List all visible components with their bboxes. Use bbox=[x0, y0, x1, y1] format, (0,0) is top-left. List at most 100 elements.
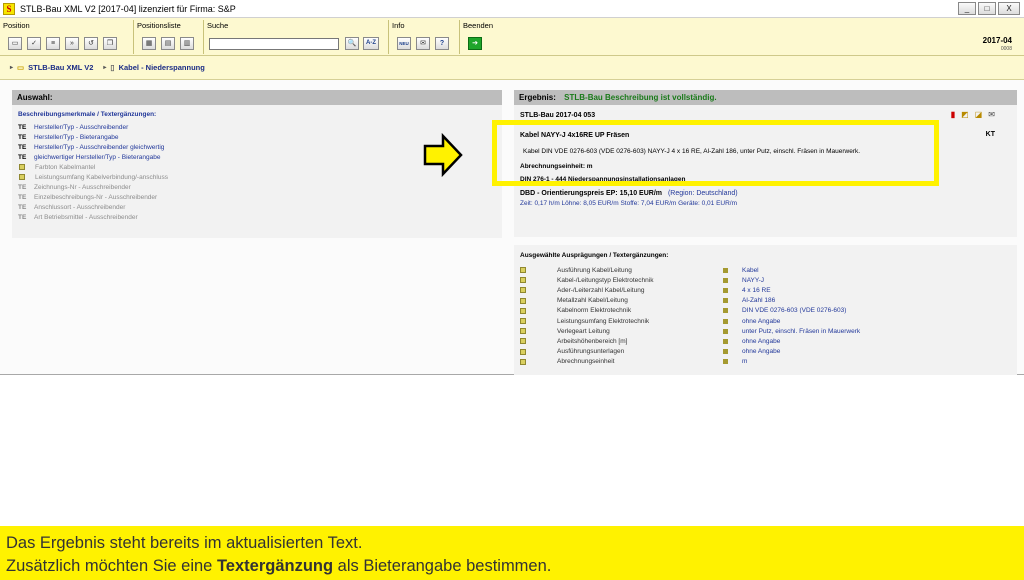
property-value[interactable]: ohne Angabe bbox=[728, 348, 780, 355]
property-name: Ausführungsunterlagen bbox=[557, 348, 625, 356]
auspraegung-row[interactable]: Metallzahl Kabel/Leitung Al-Zahl 186 bbox=[520, 296, 1011, 306]
property-value[interactable]: Al-Zahl 186 bbox=[728, 297, 775, 304]
feature-text[interactable]: Zeichnungs-Nr - Ausschreibender bbox=[34, 184, 131, 191]
property-value[interactable]: DIN VDE 0276-603 (VDE 0276-603) bbox=[728, 307, 846, 314]
folder-icon: ▭ bbox=[17, 63, 25, 72]
export-icon[interactable]: ◩ bbox=[961, 110, 969, 119]
feature-text[interactable]: Einzelbeschreibungs-Nr - Ausschreibender bbox=[34, 194, 157, 201]
title-bar: S STLB-Bau XML V2 [2017-04] lizenziert f… bbox=[0, 0, 1024, 18]
feature-item[interactable]: TE Art Betriebsmittel - Ausschreibender bbox=[12, 212, 502, 222]
breadcrumb-item-current[interactable]: Kabel - Niederspannung bbox=[119, 63, 205, 72]
binoculars-icon[interactable]: 🔍 bbox=[345, 37, 359, 50]
feature-text[interactable]: Anschlussort - Ausschreibender bbox=[34, 204, 125, 211]
feature-text[interactable]: Hersteller/Typ - Ausschreibender gleichw… bbox=[34, 144, 164, 151]
auspraegung-row[interactable]: Ausführung Kabel/Leitung Kabel bbox=[520, 265, 1011, 275]
check-icon[interactable]: ✓ bbox=[27, 37, 41, 50]
property-value[interactable]: Kabel bbox=[728, 267, 759, 274]
property-name: Abrechnungseinheit bbox=[557, 358, 615, 366]
copy-icon[interactable]: ❐ bbox=[103, 37, 117, 50]
property-value[interactable]: ohne Angabe bbox=[728, 318, 780, 325]
property-name: Arbeitshöhenbereich [m] bbox=[557, 337, 628, 345]
close-button[interactable]: X bbox=[998, 2, 1020, 15]
feature-text[interactable]: Art Betriebsmittel - Ausschreibender bbox=[34, 214, 138, 221]
feature-box-icon bbox=[19, 174, 25, 180]
breadcrumb-item-root[interactable]: STLB-Bau XML V2 bbox=[28, 63, 93, 72]
feature-text[interactable]: Leistungsumfang Kabelverbindung/-anschlu… bbox=[35, 174, 168, 181]
auspraegung-row[interactable]: Verlegeart Leitung unter Putz, einschl. F… bbox=[520, 326, 1011, 336]
feature-item[interactable]: TE Anschlussort - Ausschreibender bbox=[12, 202, 502, 212]
az-index-button[interactable]: A-Z bbox=[363, 37, 379, 50]
pdf-icon[interactable]: ▮ bbox=[951, 110, 955, 119]
window-title: STLB-Bau XML V2 [2017-04] lizenziert für… bbox=[20, 3, 236, 14]
auspraegung-row[interactable]: Leistungsumfang Elektrotechnik ohne Angab… bbox=[520, 316, 1011, 326]
property-value[interactable]: ohne Angabe bbox=[728, 338, 780, 345]
feature-text[interactable]: Hersteller/Typ - Bieterangabe bbox=[34, 134, 119, 141]
toolbar-group-suche: Suche 🔍 A-Z bbox=[204, 20, 389, 54]
caption-line-2-post: als Bieterangabe bestimmen. bbox=[333, 557, 552, 575]
search-input[interactable] bbox=[209, 37, 339, 50]
property-value[interactable]: 4 x 16 RE bbox=[728, 287, 771, 294]
stlb-code: STLB-Bau 2017-04 053 bbox=[520, 112, 596, 119]
feature-box-icon bbox=[19, 164, 25, 170]
mail-icon[interactable]: ✉ bbox=[988, 110, 995, 119]
save-icon[interactable]: ◪ bbox=[975, 110, 983, 119]
window-controls: _ □ X bbox=[958, 2, 1020, 15]
toolbar-group-beenden: Beenden ➔ bbox=[460, 20, 500, 54]
pointer-arrow-icon bbox=[423, 133, 463, 177]
property-value[interactable]: m bbox=[728, 358, 747, 365]
property-value[interactable]: unter Putz, einschl. Fräsen in Mauerwerk bbox=[728, 328, 860, 335]
feature-item[interactable]: TE Einzelbeschreibungs-Nr - Ausschreibend… bbox=[12, 192, 502, 202]
auspraegung-row[interactable]: Abrechnungseinheit m bbox=[520, 357, 1011, 367]
auspraegung-row[interactable]: Ader-/Leiterzahl Kabel/Leitung 4 x 16 RE bbox=[520, 285, 1011, 295]
price-text: DBD - Orientierungspreis EP: 15,10 EUR/m bbox=[520, 190, 662, 197]
caption-line-2-pre: Zusätzlich möchten Sie eine bbox=[6, 557, 217, 575]
auspraegung-row[interactable]: Arbeitshöhenbereich [m] ohne Angabe bbox=[520, 336, 1011, 346]
property-name: Ausführung Kabel/Leitung bbox=[557, 266, 632, 274]
list-add-icon[interactable]: ▦ bbox=[142, 37, 156, 50]
toolbar-group-position: Position ▭ ✓ ≡ » ↺ ❐ bbox=[0, 20, 134, 54]
te-tag: TE bbox=[18, 193, 27, 201]
te-tag: TE bbox=[18, 133, 27, 141]
version-label: 2017-04 0008 bbox=[983, 37, 1012, 53]
auspraegung-row[interactable]: Ausführungsunterlagen ohne Angabe bbox=[520, 347, 1011, 357]
forward-icon[interactable]: » bbox=[65, 37, 79, 50]
feature-item[interactable]: TE Zeichnungs-Nr - Ausschreibender bbox=[12, 182, 502, 192]
exit-icon[interactable]: ➔ bbox=[468, 37, 482, 50]
list-icon[interactable]: ≡ bbox=[46, 37, 60, 50]
caption-line-2-bold: Textergänzung bbox=[216, 557, 334, 575]
mail-icon[interactable]: ✉ bbox=[416, 37, 430, 50]
auspraegungen-list: Ausführung Kabel/Leitung Kabel Kabel-/Leit… bbox=[520, 265, 1011, 367]
list-copy-icon[interactable]: ▥ bbox=[180, 37, 194, 50]
version-number: 2017-04 bbox=[982, 36, 1012, 45]
breadcrumb-arrow-icon: ▸ bbox=[103, 65, 107, 71]
feature-text[interactable]: Farbton Kabelmantel bbox=[35, 164, 95, 171]
breadcrumb: ▸ ▭ STLB-Bau XML V2 ▸ ▯ Kabel - Niedersp… bbox=[0, 56, 1024, 80]
price-breakdown: Zeit: 0,17 h/m Löhne: 8,05 EUR/m Stoffe:… bbox=[520, 200, 738, 207]
new-features-button[interactable]: NEU bbox=[397, 37, 411, 50]
toolbar-group-label: Beenden bbox=[463, 21, 494, 30]
minimize-button[interactable]: _ bbox=[958, 2, 976, 15]
feature-text[interactable]: Hersteller/Typ - Ausschreibender bbox=[34, 124, 128, 131]
maximize-button[interactable]: □ bbox=[978, 2, 996, 15]
te-tag: TE bbox=[18, 153, 27, 161]
auswahl-header: Auswahl: bbox=[12, 90, 502, 105]
new-doc-icon[interactable]: ▭ bbox=[8, 37, 22, 50]
app-icon: S bbox=[3, 2, 15, 15]
te-tag: TE bbox=[18, 123, 27, 131]
toolbar-group-label: Positionsliste bbox=[137, 21, 181, 30]
property-name: Ader-/Leiterzahl Kabel/Leitung bbox=[557, 286, 645, 294]
auspraegung-row[interactable]: Kabelnorm Elektrotechnik DIN VDE 0276-603… bbox=[520, 306, 1011, 316]
undo-icon[interactable]: ↺ bbox=[84, 37, 98, 50]
property-name: Kabel-/Leitungstyp Elektrotechnik bbox=[557, 276, 654, 284]
property-value[interactable]: NAYY-J bbox=[728, 277, 764, 284]
feature-item[interactable]: TE Hersteller/Typ - Ausschreibender bbox=[12, 122, 502, 132]
region-link[interactable]: (Region: Deutschland) bbox=[668, 190, 738, 197]
list-edit-icon[interactable]: ▤ bbox=[161, 37, 175, 50]
caption-banner: Das Ergebnis steht bereits im aktualisie… bbox=[0, 526, 1024, 580]
caption-line-1: Das Ergebnis steht bereits im aktualisie… bbox=[6, 534, 363, 552]
help-icon[interactable]: ? bbox=[435, 37, 449, 50]
feature-text[interactable]: gleichwertiger Hersteller/Typ - Bieteran… bbox=[34, 154, 160, 161]
toolbar-group-label: Info bbox=[392, 21, 405, 30]
auspraegung-row[interactable]: Kabel-/Leitungstyp Elektrotechnik NAYY-J bbox=[520, 275, 1011, 285]
result-actions: ▮ ◩ ◪ ✉ bbox=[951, 110, 995, 119]
